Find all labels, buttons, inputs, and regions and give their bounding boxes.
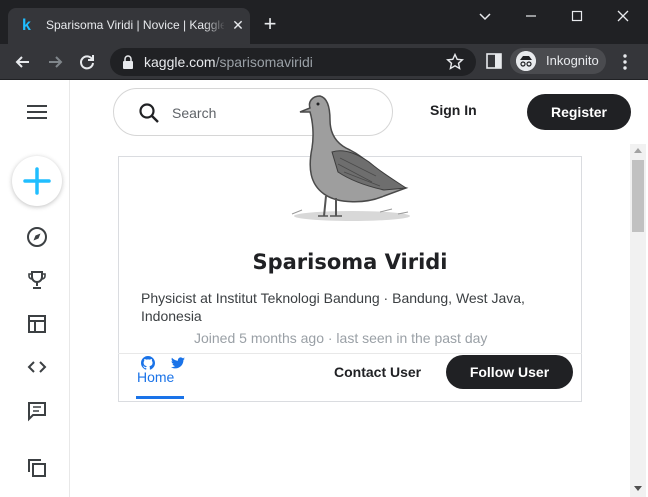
tab-title-fade [204,14,226,36]
bookmark-star-icon[interactable] [446,53,464,71]
tab-close-icon[interactable]: ✕ [230,17,246,33]
profile-joined: Joined 5 months ago · last seen in the p… [194,330,488,346]
scroll-down-arrow-icon[interactable] [634,486,642,491]
page-scrollbar[interactable] [630,144,646,497]
scroll-up-arrow-icon[interactable] [634,148,642,153]
explore-compass-icon[interactable] [25,225,49,249]
profile-bio: Physicist at Institut Teknologi Bandung … [141,290,525,324]
address-bar[interactable]: kaggle.com/sparisomaviridi [110,48,476,76]
browser-titlebar: k Sparisoma Viridi | Novice | Kaggle ✕ + [0,0,648,44]
discussions-comment-icon[interactable] [25,399,49,423]
tab-home-label: Home [137,369,175,385]
lock-icon [123,55,133,69]
profile-name: Sparisoma Viridi [252,250,448,274]
scrollbar-thumb[interactable] [632,160,644,232]
minimize-icon[interactable] [520,6,542,26]
register-button[interactable]: Register [527,94,631,130]
search-icon [139,103,159,123]
left-navigation [0,80,70,497]
side-panel-icon[interactable] [486,52,502,70]
incognito-label: Inkognito [546,53,599,68]
follow-user-button[interactable]: Follow User [446,355,573,389]
reload-icon[interactable] [76,51,98,73]
create-button[interactable] [12,156,62,206]
browser-tab[interactable]: k Sparisoma Viridi | Novice | Kaggle ✕ [8,8,250,44]
card-divider [118,353,582,354]
code-brackets-icon[interactable] [25,355,49,379]
tab-search-chevron-icon[interactable] [474,6,496,26]
kaggle-favicon-icon: k [22,17,31,34]
close-window-icon[interactable] [612,6,634,26]
url-host: kaggle.com [144,54,216,70]
courses-copy-icon[interactable] [25,456,49,480]
tab-title: Sparisoma Viridi | Novice | Kaggle [46,18,224,32]
maximize-icon[interactable] [566,6,588,26]
incognito-profile-button[interactable]: Inkognito [510,48,606,74]
hamburger-menu-icon[interactable] [26,104,48,120]
tab-home-underline [136,396,184,399]
datasets-table-icon[interactable] [25,312,49,336]
browser-menu-icon[interactable] [618,52,632,72]
sign-in-link[interactable]: Sign In [430,102,477,118]
new-tab-button[interactable]: + [260,13,280,35]
url-path: /sparisomaviridi [215,54,313,70]
contact-user-button[interactable]: Contact User [334,364,421,380]
back-arrow-icon[interactable] [12,51,34,73]
forward-arrow-icon[interactable] [44,51,66,73]
incognito-icon [516,51,536,71]
plus-icon [23,167,51,195]
url-text: kaggle.com/sparisomaviridi [144,54,313,70]
profile-avatar-goose [291,95,410,221]
